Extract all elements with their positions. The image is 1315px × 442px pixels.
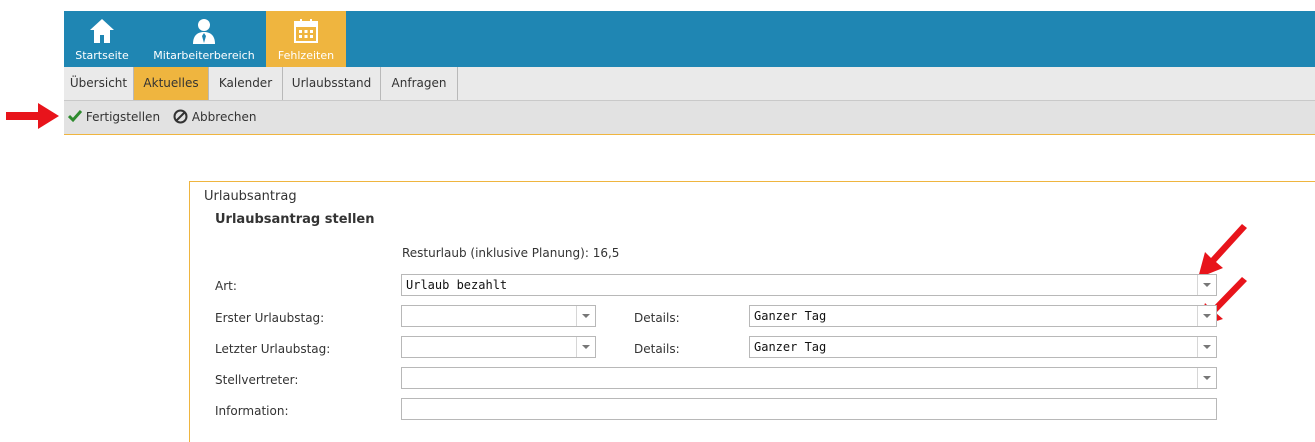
chevron-down-icon[interactable]: [1197, 275, 1216, 295]
tab-kalender[interactable]: Kalender: [209, 67, 283, 100]
nav-mitarbeiterbereich[interactable]: Mitarbeiterbereich: [144, 11, 264, 67]
information-input[interactable]: [401, 398, 1217, 420]
tab-anfragen[interactable]: Anfragen: [381, 67, 458, 100]
last-day-label: Letzter Urlaubstag:: [215, 342, 331, 356]
person-icon: [193, 19, 215, 44]
last-details-label: Details:: [634, 342, 680, 356]
first-day-label: Erster Urlaubstag:: [215, 311, 325, 325]
nav-startseite[interactable]: Startseite: [64, 11, 140, 67]
deputy-select[interactable]: [401, 367, 1217, 389]
tab-urlaubsstand[interactable]: Urlaubsstand: [283, 67, 381, 100]
check-icon: [67, 110, 83, 123]
red-arrow-icon: [6, 103, 59, 129]
finish-button[interactable]: Fertigstellen: [67, 101, 161, 134]
first-details-value: Ganzer Tag: [754, 309, 827, 323]
calendar-icon: [294, 19, 318, 43]
cancel-icon: [173, 109, 188, 124]
chevron-down-icon[interactable]: [1197, 368, 1216, 388]
art-value: Urlaub bezahlt: [406, 278, 508, 292]
tab-aktuelles[interactable]: Aktuelles: [134, 67, 209, 100]
chevron-down-icon[interactable]: [576, 337, 595, 357]
art-label: Art:: [215, 279, 237, 293]
nav-fehlzeiten-label: Fehlzeiten: [277, 49, 335, 62]
remaining-vacation-text: Resturlaub (inklusive Planung): 16,5: [402, 246, 620, 260]
nav-mitarbeiterbereich-label: Mitarbeiterbereich: [153, 49, 255, 62]
first-day-picker[interactable]: [401, 305, 596, 327]
first-details-label: Details:: [634, 311, 680, 325]
vacation-request-panel: Urlaubsantrag Urlaubsantrag stellen Rest…: [189, 181, 1315, 442]
nav-fehlzeiten[interactable]: Fehlzeiten: [266, 11, 346, 67]
finish-label: Fertigstellen: [85, 110, 161, 124]
last-details-value: Ganzer Tag: [754, 340, 827, 354]
chevron-down-icon[interactable]: [576, 306, 595, 326]
cancel-label: Abbrechen: [191, 110, 257, 124]
tab-uebersicht[interactable]: Übersicht: [64, 67, 134, 100]
tab-bar: Übersicht Aktuelles Kalender Urlaubsstan…: [64, 67, 1315, 101]
action-toolbar: Fertigstellen Abbrechen: [64, 101, 1315, 135]
top-nav-bar: Startseite Mitarbeiterbereich Fehlzeiten: [64, 11, 1315, 67]
information-label: Information:: [215, 404, 289, 418]
panel-title: Urlaubsantrag: [204, 189, 297, 204]
art-select[interactable]: Urlaub bezahlt: [401, 274, 1217, 296]
cancel-button[interactable]: Abbrechen: [173, 101, 257, 134]
last-day-picker[interactable]: [401, 336, 596, 358]
last-details-select[interactable]: Ganzer Tag: [749, 336, 1217, 358]
chevron-down-icon[interactable]: [1197, 306, 1216, 326]
first-details-select[interactable]: Ganzer Tag: [749, 305, 1217, 327]
home-icon: [90, 19, 114, 43]
nav-startseite-label: Startseite: [75, 49, 129, 62]
deputy-label: Stellvertreter:: [215, 373, 299, 387]
panel-subtitle: Urlaubsantrag stellen: [215, 212, 375, 227]
chevron-down-icon[interactable]: [1197, 337, 1216, 357]
